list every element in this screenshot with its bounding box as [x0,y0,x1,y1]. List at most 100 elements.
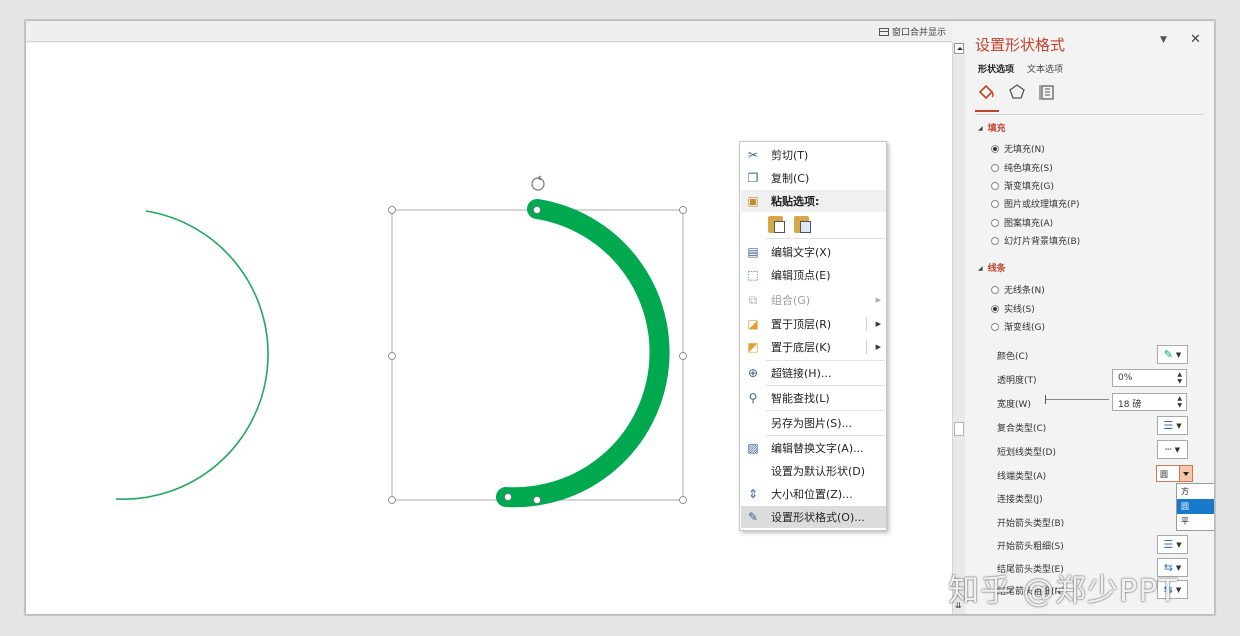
fill-option-slide-background[interactable]: 幻灯片背景填充(B) [991,234,1080,247]
menu-item-size-position[interactable]: ⇕ 大小和位置(Z)... [741,483,886,505]
scroll-thumb[interactable] [954,422,964,436]
dash-lines-icon: ┅ [1164,443,1172,456]
fill-option-picture[interactable]: 图片或纹理填充(P) [991,197,1079,210]
cap-option-flat[interactable]: 平 [1177,514,1214,529]
powerpoint-window: 窗口合并显示 ⇊ ✂ 剪切(T) ❐ 复制(C) ▣ 粘贴选项: ▤ 编辑文字(… [26,21,1214,614]
cap-type-select[interactable]: 圆 [1156,465,1193,482]
edit-text-icon: ▤ [747,245,759,259]
menu-item-group[interactable]: ⧉ 组合(G) ▶ [741,289,886,311]
radio-icon [991,144,999,153]
menu-item-cut[interactable]: ✂ 剪切(T) [741,144,886,166]
paste-icon: ▣ [747,194,759,208]
fill-option-solid[interactable]: 纯色填充(S) [991,161,1053,174]
fill-option-label: 图案填充(A) [1004,219,1054,229]
merge-windows-button[interactable]: 窗口合并显示 [878,25,946,38]
scroll-up-button[interactable] [954,43,964,54]
bring-front-icon: ◪ [747,317,759,331]
fill-option-label: 幻灯片背景填充(B) [1004,237,1081,247]
paste-option-buttons [768,214,812,234]
dropdown-arrow-icon[interactable] [1179,466,1192,481]
width-value: 18 磅 [1118,400,1142,410]
submenu-arrow-icon: ▶ [875,296,881,304]
resize-handles[interactable] [388,206,687,504]
radio-icon [991,304,999,313]
collapse-triangle-icon: ◢ [978,125,983,132]
compound-lines-icon: ☰ [1163,419,1174,432]
line-option-none[interactable]: 无线条(N) [991,283,1045,296]
menu-item-bring-front[interactable]: ◪ 置于顶层(R) ▶ [741,313,886,335]
fill-option-gradient[interactable]: 渐变填充(G) [991,179,1054,192]
line-color-button[interactable]: ✎ ▼ [1157,345,1188,364]
arrow-size-icon: ☰ [1163,538,1174,551]
dash-type-button[interactable]: ┅ ▼ [1157,440,1188,459]
effects-icon[interactable] [1007,82,1027,102]
fill-section-header[interactable]: ◢ 填充 [978,121,1006,134]
fill-option-label: 无填充(N) [1004,145,1045,155]
spin-arrows-icon[interactable]: ▲ ▼ [1177,395,1182,409]
menu-separator [766,360,885,361]
paste-as-picture-icon[interactable] [794,214,812,234]
menu-item-hyperlink[interactable]: ⊕ 超链接(H)... [741,362,886,384]
menu-item-send-back[interactable]: ◩ 置于底层(K) ▶ [741,336,886,358]
thick-arc-shape[interactable] [496,199,670,508]
copy-icon: ❐ [747,171,759,185]
menu-item-edit-points[interactable]: ⬚ 编辑顶点(E) [741,264,886,286]
menu-separator [766,435,885,436]
menu-item-save-as-picture[interactable]: 另存为图片(S)... [741,412,886,434]
send-back-icon: ◩ [747,340,759,354]
fill-option-label: 渐变填充(G) [1004,182,1054,192]
radio-icon [991,218,999,227]
compound-type-button[interactable]: ☰ ▼ [1157,416,1188,435]
menu-item-format-shape[interactable]: ✎ 设置形状格式(O)... [741,506,886,528]
watermark-text: 知乎 @郑少PPT [948,573,1179,609]
format-shape-icon: ✎ [747,510,759,524]
fill-option-pattern[interactable]: 图案填充(A) [991,216,1053,229]
menu-separator [766,238,885,239]
pane-options-dropdown-icon[interactable]: ▼ [1160,35,1167,45]
menu-item-edit-text[interactable]: ▤ 编辑文字(X) [741,241,886,263]
tab-shape-options[interactable]: 形状选项 [978,62,1014,75]
submenu-arrow-icon[interactable]: ▶ [876,320,881,328]
vertical-scrollbar[interactable]: ⇊ [952,42,965,614]
begin-arrow-size-button[interactable]: ☰ ▼ [1157,535,1188,554]
paste-keep-format-icon[interactable] [768,214,786,234]
menu-item-edit-alt-text[interactable]: ▨ 编辑替换文字(A)... [741,437,886,459]
fill-option-label: 图片或纹理填充(P) [1004,200,1080,210]
spin-arrows-icon[interactable]: ▲ ▼ [1177,371,1182,385]
menu-item-set-default-shape[interactable]: 设置为默认形状(D) [741,460,886,482]
width-label: 宽度(W) [997,400,1031,410]
cap-option-round[interactable]: 圆 [1177,499,1214,514]
line-option-label: 实线(S) [1004,305,1035,315]
line-section-header[interactable]: ◢ 线条 [978,261,1006,274]
fill-option-none[interactable]: 无填充(N) [991,142,1045,155]
line-option-solid[interactable]: 实线(S) [991,302,1035,315]
pane-title: 设置形状格式 [975,36,1066,54]
size-properties-icon[interactable] [1037,82,1057,102]
fill-line-icon[interactable] [977,82,997,102]
transparency-value: 0% [1118,373,1133,383]
menu-item-copy[interactable]: ❐ 复制(C) [741,167,886,189]
transparency-slider[interactable] [1045,395,1109,404]
pane-close-icon[interactable]: ✕ [1190,32,1201,47]
rotate-handle[interactable] [531,175,545,191]
color-label: 颜色(C) [997,352,1029,362]
context-menu: ✂ 剪切(T) ❐ 复制(C) ▣ 粘贴选项: ▤ 编辑文字(X) ⬚ 编辑顶点… [739,141,887,531]
transparency-spinner[interactable]: 0% ▲ ▼ [1112,369,1187,387]
split-divider [866,317,867,331]
blank-icon-slot [741,460,765,482]
split-divider [866,340,867,354]
join-type-label: 连接类型(J) [997,495,1043,505]
line-section-label: 线条 [987,264,1006,274]
menu-item-smart-lookup[interactable]: ⚲ 智能查找(L) [741,387,886,409]
radio-icon [991,163,999,172]
line-option-gradient[interactable]: 渐变线(G) [991,320,1045,333]
tab-text-options[interactable]: 文本选项 [1027,62,1063,75]
cap-option-square[interactable]: 方 [1177,484,1214,499]
transparency-label: 透明度(T) [997,376,1037,386]
radio-icon [991,199,999,208]
width-spinner[interactable]: 18 磅 ▲ ▼ [1112,393,1187,411]
thin-arc-shape[interactable] [115,210,269,500]
submenu-arrow-icon[interactable]: ▶ [876,343,881,351]
radio-icon [991,322,999,331]
compound-type-label: 复合类型(C) [997,424,1047,434]
